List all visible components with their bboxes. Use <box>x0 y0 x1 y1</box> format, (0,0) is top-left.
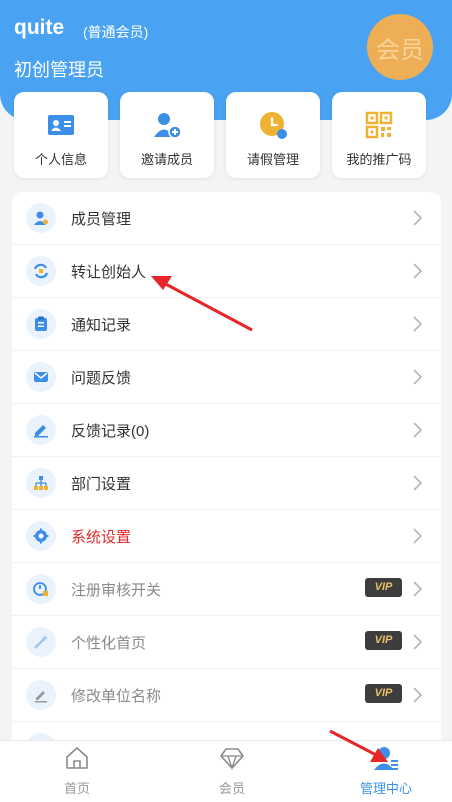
menu-item-label: 注册审核开关 <box>71 582 162 599</box>
menu-item-rename-organization[interactable]: 修改单位名称 VIP <box>12 669 441 722</box>
chevron-right-icon <box>413 422 423 438</box>
menu-item-label: 系统设置 <box>71 529 132 546</box>
record-icon <box>26 415 56 445</box>
tab-member[interactable]: 会员 <box>192 741 272 802</box>
add-user-icon <box>154 113 182 139</box>
vip-badge: VIP <box>365 684 402 703</box>
qr-code-icon <box>365 111 393 139</box>
transfer-icon <box>26 256 56 286</box>
chevron-right-icon <box>413 475 423 491</box>
quick-action-leave[interactable]: 请假管理 <box>226 92 320 178</box>
tab-home[interactable]: 首页 <box>37 741 117 802</box>
bottom-tab-bar: 首页 会员 管理中心 <box>0 740 452 802</box>
quick-action-label: 邀请成员 <box>140 152 193 167</box>
user-role: 初创管理员 <box>14 60 104 80</box>
tab-admin-center[interactable]: 管理中心 <box>346 741 426 802</box>
menu-item-label: 个性化首页 <box>71 635 147 652</box>
quick-action-label: 请假管理 <box>246 152 299 167</box>
chevron-right-icon <box>413 581 423 597</box>
tab-label: 首页 <box>63 781 90 796</box>
menu-item-notification-records[interactable]: 通知记录 <box>12 298 441 351</box>
quick-action-label: 个人信息 <box>34 152 87 167</box>
tab-label: 会员 <box>218 781 245 796</box>
chevron-right-icon <box>413 634 423 650</box>
quick-action-label: 我的推广码 <box>346 152 412 167</box>
quick-action-profile[interactable]: 个人信息 <box>14 92 108 178</box>
menu-item-registration-audit[interactable]: 注册审核开关 VIP <box>12 563 441 616</box>
clock-icon <box>260 112 287 139</box>
menu-item-member-management[interactable]: 成员管理 <box>12 192 441 245</box>
department-icon <box>26 468 56 498</box>
tab-label: 管理中心 <box>359 781 412 796</box>
magic-wand-icon <box>26 627 56 657</box>
menu-item-department-settings[interactable]: 部门设置 <box>12 457 441 510</box>
chevron-right-icon <box>413 210 423 226</box>
chevron-right-icon <box>413 369 423 385</box>
menu-item-label: 转让创始人 <box>71 264 147 281</box>
audit-icon <box>26 574 56 604</box>
home-icon <box>66 747 88 769</box>
member-badge-label: 会员 <box>376 36 424 64</box>
chevron-right-icon <box>413 687 423 703</box>
chevron-right-icon <box>413 316 423 332</box>
vip-badge: VIP <box>365 578 402 597</box>
admin-menu-list: 成员管理 转让创始人 通知记录 问题反馈 反馈记录(0) 部门设置 系统设置 注… <box>12 192 441 752</box>
settings-icon <box>26 521 56 551</box>
menu-item-label: 通知记录 <box>71 317 132 334</box>
menu-item-label: 反馈记录(0) <box>71 423 150 440</box>
chevron-right-icon <box>413 263 423 279</box>
diamond-icon <box>220 748 244 771</box>
menu-item-system-settings[interactable]: 系统设置 <box>12 510 441 563</box>
menu-item-custom-homepage[interactable]: 个性化首页 VIP <box>12 616 441 669</box>
quick-action-qrcode[interactable]: 我的推广码 <box>332 92 426 178</box>
admin-icon <box>374 747 398 770</box>
menu-item-feedback-records[interactable]: 反馈记录(0) <box>12 404 441 457</box>
menu-item-transfer-founder[interactable]: 转让创始人 <box>12 245 441 298</box>
id-card-icon <box>48 115 74 135</box>
member-badge[interactable]: 会员 <box>367 14 433 80</box>
menu-item-label: 修改单位名称 <box>71 688 162 705</box>
feedback-icon <box>26 362 56 392</box>
user-name: quite <box>14 16 65 39</box>
member-type: (普通会员) <box>83 24 149 40</box>
edit-icon <box>26 680 56 710</box>
vip-badge: VIP <box>365 631 402 650</box>
chevron-right-icon <box>413 528 423 544</box>
quick-action-invite[interactable]: 邀请成员 <box>120 92 214 178</box>
member-icon <box>26 203 56 233</box>
menu-item-label: 成员管理 <box>71 211 132 228</box>
notice-icon <box>26 309 56 339</box>
menu-item-label: 问题反馈 <box>71 370 132 387</box>
menu-item-label: 部门设置 <box>71 476 132 493</box>
menu-item-problem-feedback[interactable]: 问题反馈 <box>12 351 441 404</box>
